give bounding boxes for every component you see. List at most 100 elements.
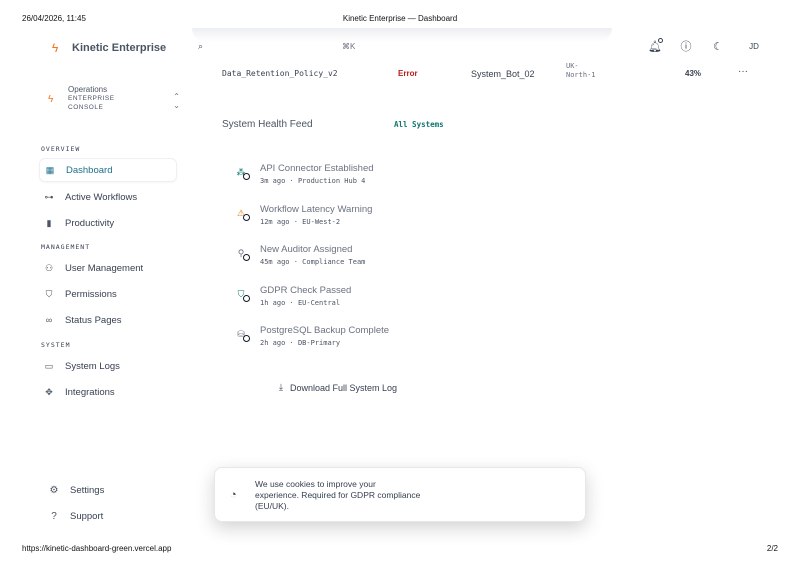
org-subtitle-line2: CONSOLE: [68, 104, 104, 111]
org-switcher[interactable]: ϟ Operations ENTERPRISE CONSOLE ⌃ ⌄: [48, 85, 180, 112]
event-title: Workflow Latency Warning: [260, 204, 373, 215]
print-page-number: 2/2: [766, 544, 778, 553]
feed-filter[interactable]: All Systems: [394, 120, 444, 129]
brand[interactable]: ϟ Kinetic Enterprise: [48, 41, 166, 55]
sidebar-item-label: Productivity: [65, 217, 115, 229]
section-label-management: MANAGEMENT: [41, 243, 91, 251]
event-title: PostgreSQL Backup Complete: [260, 325, 390, 336]
bolt-icon: ϟ: [48, 94, 54, 105]
sidebar-item-permissions[interactable]: ⛉ Permissions: [39, 282, 177, 306]
support-label: Support: [70, 511, 104, 522]
policy-name: Data_Retention_Policy_v2: [222, 69, 338, 78]
event-source: DB-Primary: [297, 339, 341, 347]
link-icon: ∞: [45, 315, 53, 325]
topbar: ⌕ ⌘K 🔔︎ ⓘ ☾ JD: [192, 28, 778, 68]
status-ring: [243, 254, 250, 261]
sidebar-item-dashboard[interactable]: ▦ Dashboard: [39, 158, 177, 182]
feed-event[interactable]: ⛉ GDPR Check Passed 1h ago · EU-Central: [233, 285, 533, 315]
print-url: https://kinetic-dashboard-green.vercel.a…: [22, 544, 172, 553]
help-icon: ?: [51, 511, 57, 522]
avatar[interactable]: JD: [744, 42, 764, 51]
status-ring: [243, 173, 250, 180]
sidebar-item-label: Dashboard: [66, 164, 113, 176]
chevron-up-down-icon: ⌃ ⌄: [173, 92, 180, 110]
sidebar-item-active-workflows[interactable]: ⊶ Active Workflows: [39, 185, 177, 209]
event-meta: 2h ago · DB-Primary: [260, 339, 341, 347]
sidebar-item-productivity[interactable]: ▮ Productivity: [39, 211, 177, 235]
table-row[interactable]: Data_Retention_Policy_v2 Error System_Bo…: [222, 62, 762, 86]
owner-name: System_Bot_02: [471, 69, 535, 79]
settings-label: Settings: [70, 485, 105, 496]
brand-name: Kinetic Enterprise: [72, 42, 167, 54]
bar-chart-icon: ▮: [46, 217, 52, 228]
sidebar-item-user-management[interactable]: ⚇ User Management: [39, 256, 177, 280]
download-label: Download Full System Log: [289, 382, 398, 393]
org-name: Operations: [68, 85, 108, 94]
event-time: 1h ago: [260, 299, 286, 307]
sidebar-item-label: User Management: [65, 262, 144, 274]
help-icon[interactable]: ⓘ: [680, 38, 692, 54]
grid-icon: ▦: [45, 164, 55, 175]
cookie-line2: experience. Required for GDPR compliance: [255, 490, 421, 500]
workflow-icon: ⊶: [44, 191, 54, 202]
sidebar-item-system-logs[interactable]: ▭ System Logs: [39, 354, 177, 378]
download-icon: ⤓: [279, 382, 283, 392]
bolt-icon: ϟ: [51, 41, 59, 55]
sidebar-item-label: Permissions: [65, 288, 117, 300]
bell-icon[interactable]: 🔔︎: [648, 37, 663, 53]
search-icon[interactable]: ⌕: [198, 41, 203, 52]
event-time: 3m ago: [260, 177, 286, 185]
cookie-banner[interactable]: ◔ We use cookies to improve your experie…: [214, 467, 586, 522]
event-meta: 45m ago · Compliance Team: [260, 258, 366, 266]
sidebar-item-label: Status Pages: [65, 314, 122, 326]
sidebar-item-integrations[interactable]: ✥ Integrations: [39, 380, 177, 404]
users-icon: ⚇: [44, 262, 54, 273]
feed-event[interactable]: ⛁ PostgreSQL Backup Complete 2h ago · DB…: [233, 325, 533, 355]
region-line2: North-1: [566, 71, 596, 79]
status-ring: [243, 335, 250, 342]
settings-link[interactable]: ⚙ Settings: [48, 485, 105, 496]
feed-event[interactable]: ⚲ New Auditor Assigned 45m ago · Complia…: [233, 244, 533, 274]
cookie-icon: ◔: [230, 489, 237, 501]
moon-icon[interactable]: ☾: [712, 40, 724, 53]
event-source: EU-West-2: [302, 218, 341, 226]
region: UK- North-1: [566, 62, 596, 80]
status-badge: Error: [398, 69, 418, 78]
support-link[interactable]: ? Support: [48, 511, 103, 522]
event-title: API Connector Established: [260, 163, 374, 174]
event-title: GDPR Check Passed: [260, 285, 352, 296]
feed-title: System Health Feed: [222, 119, 313, 130]
feed-event[interactable]: ⚠ Workflow Latency Warning 12m ago · EU-…: [233, 204, 533, 234]
event-source: Production Hub 4: [297, 177, 366, 185]
event-source: Compliance Team: [302, 258, 366, 266]
sidebar: ϟ Kinetic Enterprise ϟ Operations ENTERP…: [22, 28, 192, 540]
feed-event[interactable]: ⁂ API Connector Established 3m ago · Pro…: [233, 163, 533, 193]
percent-value: 43%: [685, 69, 702, 78]
event-meta: 1h ago · EU-Central: [260, 299, 341, 307]
notification-dot: [658, 37, 663, 43]
section-label-overview: OVERVIEW: [41, 145, 81, 153]
cookie-line3: (EU/UK).: [255, 501, 289, 511]
cookie-line1: We use cookies to improve your: [255, 479, 376, 489]
event-source: EU-Central: [297, 299, 341, 307]
sidebar-item-label: Active Workflows: [65, 191, 138, 203]
more-options-icon[interactable]: ···: [738, 66, 748, 77]
status-ring: [243, 214, 250, 221]
integrations-icon: ✥: [45, 386, 53, 397]
event-meta: 3m ago · Production Hub 4: [260, 177, 366, 185]
org-subtitle-line1: ENTERPRISE: [68, 95, 115, 102]
search-shortcut: ⌘K: [342, 42, 356, 51]
event-time: 45m ago: [260, 258, 290, 266]
gear-icon: ⚙: [49, 485, 59, 496]
sidebar-item-status-pages[interactable]: ∞ Status Pages: [39, 308, 177, 332]
download-log-button[interactable]: ⤓ Download Full System Log: [279, 382, 397, 393]
shield-icon: ⛉: [45, 288, 53, 299]
event-time: 12m ago: [260, 218, 290, 226]
status-ring: [243, 295, 250, 302]
topbar-actions: 🔔︎ ⓘ ☾ JD: [648, 37, 764, 54]
sidebar-item-label: Integrations: [65, 386, 115, 398]
cookie-message: We use cookies to improve your experienc…: [255, 479, 455, 512]
terminal-icon: ▭: [44, 360, 54, 371]
print-title: Kinetic Enterprise — Dashboard: [342, 14, 458, 23]
event-meta: 12m ago · EU-West-2: [260, 218, 341, 226]
